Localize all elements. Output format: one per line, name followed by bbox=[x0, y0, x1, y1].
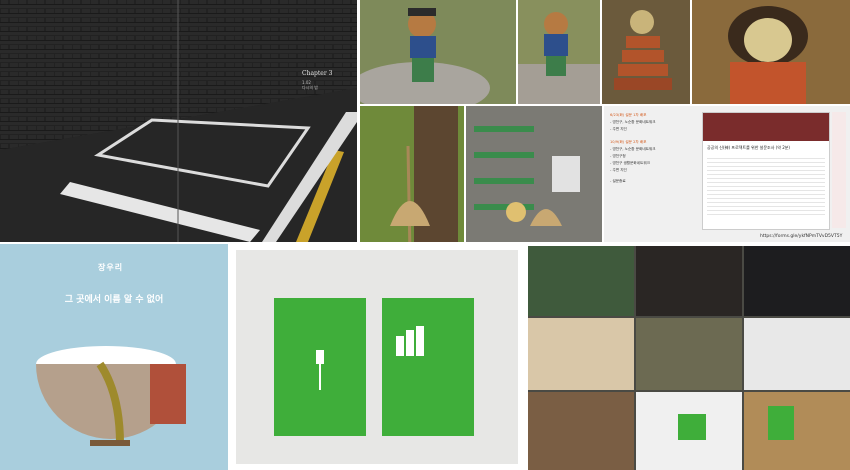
form-sidebar bbox=[832, 112, 846, 228]
broom-leaning-on-tree bbox=[360, 106, 464, 242]
schedule-item: - 영천구 생활문화네트워크 bbox=[610, 161, 650, 165]
survey-schedule-list: 6/23(화) 설문 1차 배포 - 영천구, 노순환 문화네트워크 - 주변 … bbox=[610, 112, 696, 185]
schedule-item: - 영천구, 노순환 문화네트워크 bbox=[610, 147, 656, 151]
chapter-subtitle: 1.02 다시의 밤 bbox=[302, 80, 318, 91]
book-spread-photo: Chapter 3 1.02 다시의 밤 bbox=[0, 0, 357, 242]
album-art bbox=[0, 244, 228, 470]
schedule-item: - 영천구, 노순환 문화네트워크 bbox=[610, 120, 656, 124]
figure-face-closeup bbox=[692, 0, 850, 104]
wooden-figure-on-rock bbox=[360, 0, 516, 104]
form-header-image bbox=[703, 113, 829, 141]
wooden-figure-close bbox=[518, 0, 600, 104]
survey-form-card: 공공의 신(神) 프로젝트를 위한 설문조사 (약 2분) bbox=[702, 112, 830, 230]
parking-lot-illustration bbox=[0, 0, 357, 242]
survey-url: https://forms.gle/ykfNPmTVvD5VT5Y bbox=[760, 234, 843, 239]
collage-photos bbox=[528, 246, 850, 470]
schedule-item: - 주변 지인 bbox=[610, 168, 627, 172]
survey-panel: 6/23(화) 설문 1차 배포 - 영천구, 노순환 문화네트워크 - 주변 … bbox=[604, 106, 850, 242]
wooden-figure-photo-3 bbox=[602, 0, 690, 104]
schedule-item: - 영천구청 bbox=[610, 154, 626, 158]
tiered-figure bbox=[602, 0, 690, 104]
stairs-with-broom-and-ball bbox=[466, 106, 602, 242]
broom-stairs-photo bbox=[466, 106, 602, 242]
wooden-figure-photo-2 bbox=[518, 0, 600, 104]
chapter-title: Chapter 3 bbox=[302, 70, 333, 77]
schedule-item: 6/23(화) 설문 1차 배포 bbox=[610, 113, 647, 117]
form-body-text bbox=[707, 155, 825, 215]
wooden-figure-photo-1 bbox=[360, 0, 516, 104]
album-singer: 장우리 bbox=[98, 263, 124, 272]
album-arc-text: 그 곳에서 이름 알 수 없어 bbox=[64, 295, 164, 305]
album-cover: 그 곳에서 이름 알 수 없어 bbox=[0, 244, 228, 470]
chapter-name: 다시의 밤 bbox=[302, 85, 318, 90]
schedule-item: - 설문종료 bbox=[610, 179, 626, 183]
schedule-item: 10/9(화) 설문 2차 배포 bbox=[610, 140, 647, 144]
two-green-books bbox=[236, 250, 518, 464]
schedule-item: - 주변 지인 bbox=[610, 127, 627, 131]
project-collage-grid bbox=[528, 246, 850, 470]
wooden-figure-photo-4 bbox=[692, 0, 850, 104]
broom-under-tree-photo bbox=[360, 106, 464, 242]
green-books-photo bbox=[236, 250, 518, 464]
form-title: 공공의 신(神) 프로젝트를 위한 설문조사 (약 2분) bbox=[707, 145, 790, 150]
